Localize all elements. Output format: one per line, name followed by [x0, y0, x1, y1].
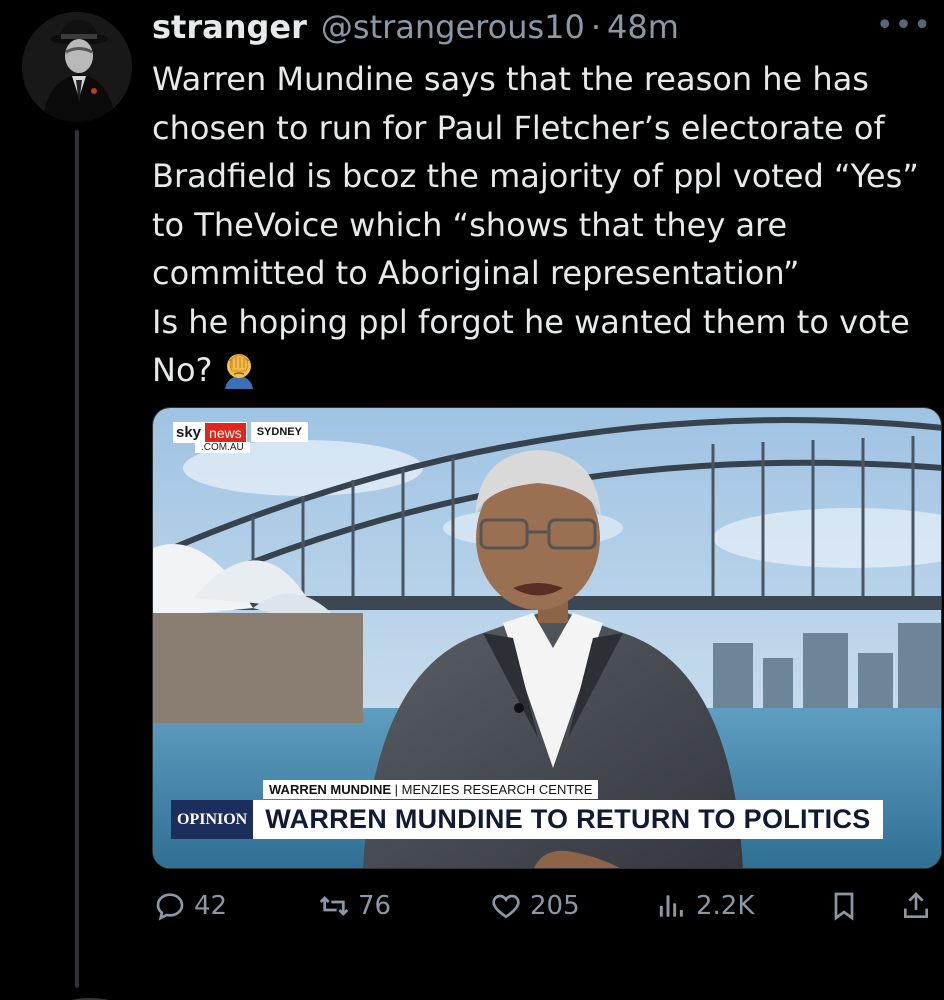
bookmark-button[interactable]: [828, 890, 860, 922]
news-headline: WARREN MUNDINE TO RETURN TO POLITICS: [253, 800, 883, 839]
repost-button[interactable]: 76: [318, 890, 391, 922]
sky-logo-text: sky: [173, 422, 205, 443]
tweet-line: to TheVoice which “shows that they are: [152, 205, 788, 244]
like-count: 205: [530, 891, 580, 921]
more-options-icon[interactable]: •••: [876, 8, 932, 43]
reply-icon: [156, 893, 184, 921]
tweet-header: stranger @strangerous10 · 48m •••: [152, 8, 942, 52]
timestamp[interactable]: 48m: [607, 8, 679, 46]
repost-count: 76: [358, 891, 392, 921]
name-strap-name: WARREN MUNDINE: [269, 782, 392, 797]
thread-line: [75, 130, 79, 988]
tweet-media-image[interactable]: sky news .COM.AU SYDNEY WARREN MUNDINE |…: [152, 407, 942, 869]
share-icon: [904, 892, 928, 918]
like-button[interactable]: 205: [490, 890, 580, 922]
tweet-actions: 42 76 205 2.2K: [152, 890, 942, 934]
next-tweet-preview: [72, 998, 108, 1000]
views-count: 2.2K: [696, 891, 755, 921]
sky-news-logo: sky news .COM.AU SYDNEY: [173, 422, 308, 453]
headline-row: OPINION WARREN MUNDINE TO RETURN TO POLI…: [171, 800, 883, 839]
tweet-line: Bradfield is bcoz the majority of ppl vo…: [152, 157, 919, 195]
avatar[interactable]: [22, 12, 132, 122]
tweet-line: committed to Aboriginal representation”: [152, 254, 800, 292]
reply-button[interactable]: 42: [154, 890, 227, 922]
name-strap-separator: |: [391, 782, 402, 797]
tweet-text: Warren Mundine says that the reason he h…: [152, 55, 937, 395]
views-icon: [659, 895, 683, 917]
name-strap: WARREN MUNDINE | MENZIES RESEARCH CENTRE: [263, 780, 599, 799]
separator-dot: ·: [590, 8, 602, 46]
author-display-name[interactable]: stranger: [152, 8, 307, 46]
avatar-image: [22, 12, 132, 122]
repost-icon: [319, 896, 349, 916]
logo-region: SYDNEY: [250, 422, 308, 442]
author-handle[interactable]: @strangerous10: [321, 8, 585, 46]
tweet-line: Warren Mundine says that the reason he h…: [152, 60, 869, 98]
bookmark-icon: [834, 892, 854, 921]
opinion-tag: OPINION: [171, 800, 254, 839]
tweet-line: chosen to run for Paul Fletcher’s electo…: [152, 108, 885, 147]
views-button[interactable]: 2.2K: [656, 890, 754, 922]
news-logo-text: news: [204, 422, 247, 444]
tweet-line: No?: [152, 351, 213, 389]
logo-domain: .COM.AU: [195, 442, 250, 453]
tweet-line: Is he hoping ppl forgot he wanted them t…: [152, 302, 910, 341]
reply-count: 42: [194, 891, 228, 921]
share-button[interactable]: [900, 890, 932, 922]
name-strap-org: MENZIES RESEARCH CENTRE: [401, 782, 593, 797]
tweet-line-last: No?: [152, 346, 937, 395]
heart-icon: [492, 894, 520, 919]
face-palm-emoji-icon: [219, 349, 259, 389]
